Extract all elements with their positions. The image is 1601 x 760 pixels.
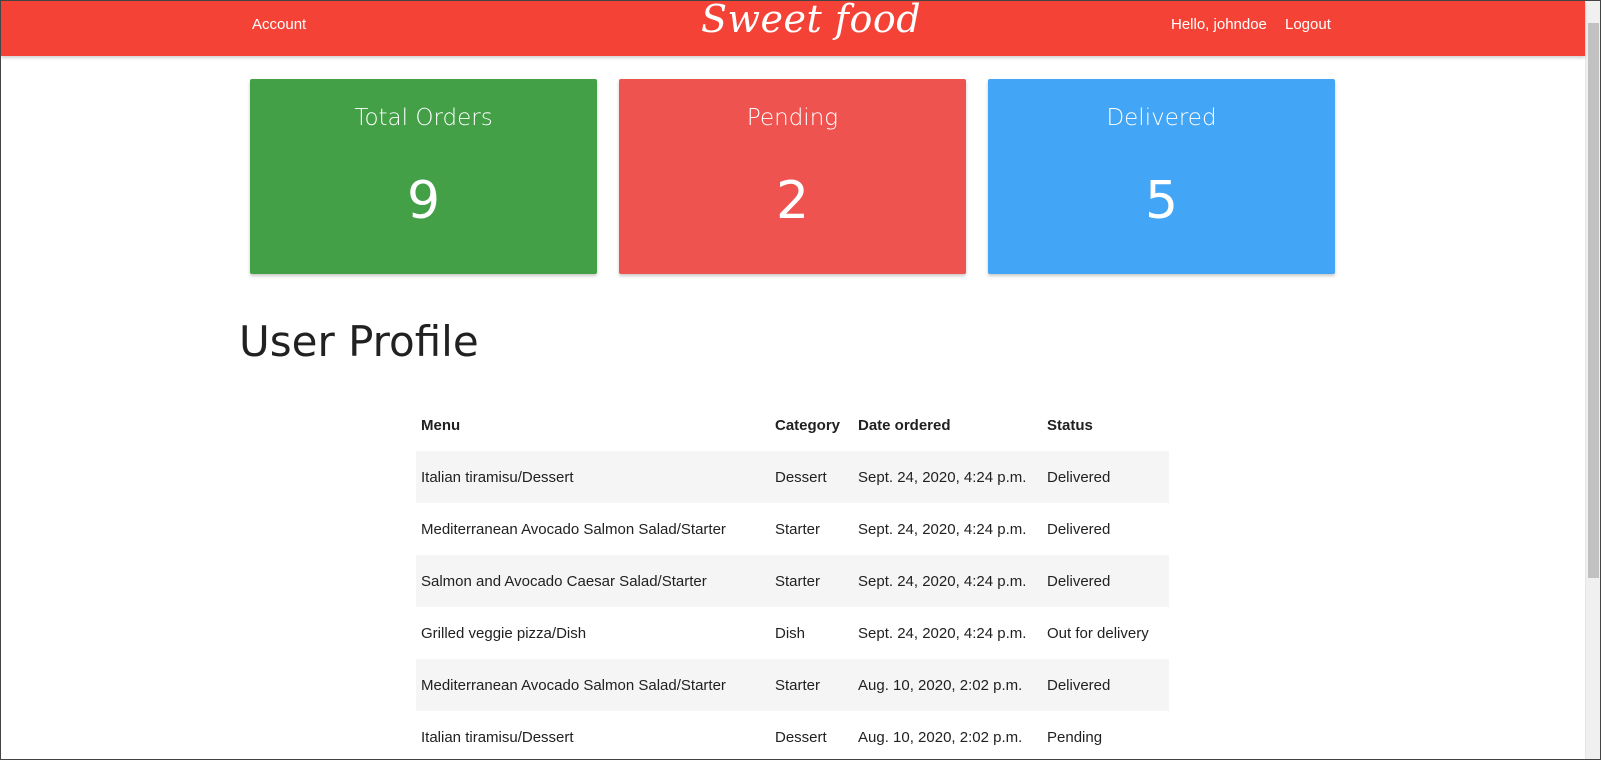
table-row: Mediterranean Avocado Salmon Salad/Start… [416, 503, 1169, 555]
stat-card-delivered: Delivered 5 [988, 79, 1335, 274]
cell-category: Starter [775, 676, 821, 694]
stat-card-title: Delivered [1106, 105, 1217, 131]
cell-category: Starter [775, 572, 821, 590]
cell-menu: Mediterranean Avocado Salmon Salad/Start… [421, 676, 726, 694]
brand-logo[interactable]: Sweet food [701, 1, 921, 41]
cell-status: Delivered [1047, 520, 1111, 538]
page-title: User Profile [239, 317, 479, 366]
column-header-category: Category [775, 416, 841, 434]
cell-category: Starter [775, 520, 821, 538]
cell-status: Pending [1047, 728, 1103, 746]
cell-status: Delivered [1047, 676, 1111, 694]
cell-category: Dish [775, 624, 806, 642]
cell-menu: Grilled veggie pizza/Dish [421, 624, 587, 642]
cell-menu: Italian tiramisu/Dessert [421, 468, 574, 486]
orders-table: Menu Category Date ordered Status Italia… [416, 399, 1169, 759]
stat-card-value: 2 [775, 171, 810, 231]
cell-date-ordered: Aug. 10, 2020, 2:02 p.m. [858, 728, 1023, 746]
cell-menu: Salmon and Avocado Caesar Salad/Starter [421, 572, 707, 590]
table-row: Italian tiramisu/Dessert Dessert Aug. 10… [416, 711, 1169, 759]
cell-date-ordered: Sept. 24, 2020, 4:24 p.m. [858, 468, 1027, 486]
stat-card-value: 5 [1144, 171, 1179, 231]
cell-date-ordered: Aug. 10, 2020, 2:02 p.m. [858, 676, 1023, 694]
vertical-scrollbar[interactable] [1585, 1, 1600, 759]
cell-category: Dessert [775, 728, 827, 746]
scrollbar-thumb[interactable] [1588, 23, 1599, 578]
table-row: Italian tiramisu/Dessert Dessert Sept. 2… [416, 451, 1169, 503]
nav-account-link[interactable]: Account [252, 16, 306, 33]
table-row: Salmon and Avocado Caesar Salad/Starter … [416, 555, 1169, 607]
cell-status: Delivered [1047, 572, 1111, 590]
user-greeting: Hello, johndoe [1171, 16, 1267, 33]
table-row: Mediterranean Avocado Salmon Salad/Start… [416, 659, 1169, 711]
stat-card-title: Total Orders [354, 105, 493, 131]
cell-menu: Mediterranean Avocado Salmon Salad/Start… [421, 520, 726, 538]
cell-date-ordered: Sept. 24, 2020, 4:24 p.m. [858, 624, 1027, 642]
stat-card-pending: Pending 2 [619, 79, 966, 274]
stat-card-total-orders: Total Orders 9 [250, 79, 597, 274]
column-header-menu: Menu [421, 416, 461, 434]
column-header-date-ordered: Date ordered [858, 416, 951, 434]
column-header-status: Status [1047, 416, 1093, 434]
cell-date-ordered: Sept. 24, 2020, 4:24 p.m. [858, 520, 1027, 538]
table-row: Grilled veggie pizza/Dish Dish Sept. 24,… [416, 607, 1169, 659]
browser-viewport: Account Sweet food Hello, johndoe Logout… [0, 0, 1601, 760]
cell-status: Delivered [1047, 468, 1111, 486]
cell-status: Out for delivery [1047, 624, 1149, 642]
logout-link[interactable]: Logout [1285, 16, 1331, 33]
table-header-row: Menu Category Date ordered Status [416, 399, 1169, 451]
top-navbar: Account Sweet food Hello, johndoe Logout [1, 1, 1585, 56]
stat-card-value: 9 [406, 171, 441, 231]
cell-menu: Italian tiramisu/Dessert [421, 728, 574, 746]
stat-card-title: Pending [746, 105, 839, 131]
cell-date-ordered: Sept. 24, 2020, 4:24 p.m. [858, 572, 1027, 590]
cell-category: Dessert [775, 468, 827, 486]
